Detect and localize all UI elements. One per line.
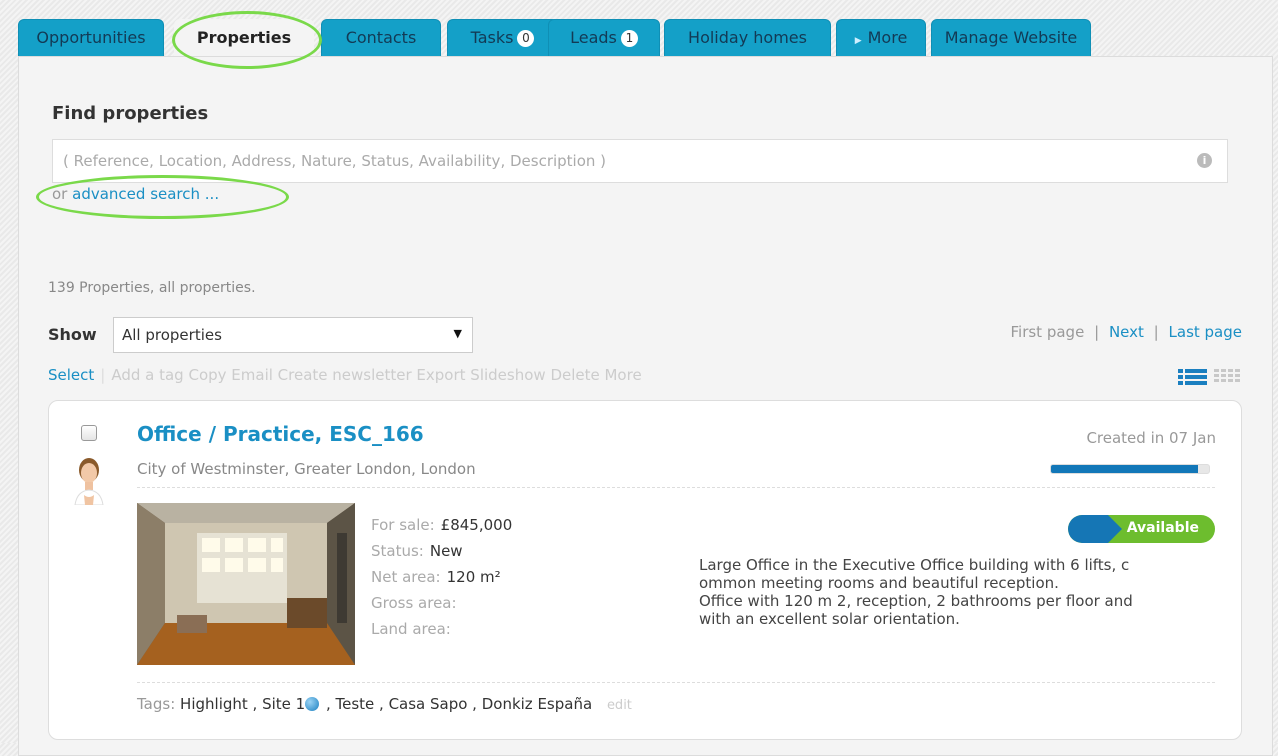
spec-status: Status: New: [371, 538, 512, 564]
spec-label: Land area:: [371, 620, 451, 638]
created-date: Created in 07 Jan: [1086, 429, 1216, 447]
tags-label: Tags:: [137, 695, 176, 713]
bulk-actions[interactable]: Add a tag Copy Email Create newsletter E…: [111, 366, 641, 384]
property-location: City of Westminster, Greater London, Lon…: [137, 460, 476, 478]
search-input[interactable]: [61, 140, 1175, 182]
info-icon[interactable]: i: [1197, 153, 1212, 168]
tab-holiday-homes[interactable]: Holiday homes: [664, 19, 831, 57]
description-line: ommon meeting rooms and beautiful recept…: [699, 574, 1059, 592]
property-photo[interactable]: [137, 503, 355, 665]
tab-label: Tasks: [470, 28, 514, 47]
badge-left-segment: [1068, 515, 1122, 543]
globe-icon: [305, 697, 320, 711]
spec-gross-area: Gross area:: [371, 590, 512, 616]
tab-label: Properties: [196, 28, 292, 47]
availability-status-badge[interactable]: Available: [1068, 515, 1215, 543]
spec-label: Net area:: [371, 568, 441, 586]
view-toggle-icons: [1178, 369, 1240, 385]
tab-opportunities[interactable]: Opportunities: [18, 19, 164, 57]
spec-label: Status:: [371, 542, 424, 560]
next-page-link[interactable]: Next: [1109, 323, 1144, 341]
tab-leads[interactable]: Leads 1: [548, 19, 660, 57]
spec-value: New: [429, 542, 463, 560]
find-properties-heading: Find properties: [52, 103, 209, 124]
select-link[interactable]: Select: [48, 366, 94, 384]
search-box: i: [52, 139, 1228, 183]
spec-label: For sale:: [371, 516, 435, 534]
spec-price: For sale: £845,000: [371, 512, 512, 538]
last-page-link[interactable]: Last page: [1169, 323, 1242, 341]
property-select-checkbox[interactable]: [81, 425, 97, 441]
bulk-actions-bar: Select | Add a tag Copy Email Create newsl…: [48, 366, 642, 384]
tag-list[interactable]: , Teste , Casa Sapo , Donkiz España: [321, 695, 592, 713]
actions-separator: |: [100, 366, 106, 384]
show-label: Show: [48, 325, 97, 344]
availability-label: Available: [1126, 520, 1199, 536]
first-page-link[interactable]: First page: [1011, 323, 1085, 341]
tab-manage-website[interactable]: Manage Website: [931, 19, 1091, 57]
list-view-icon[interactable]: [1178, 369, 1207, 385]
tag-list[interactable]: Highlight , Site 1: [180, 695, 305, 713]
completeness-bar: [1050, 464, 1210, 474]
view-toggle: [1178, 368, 1244, 390]
show-filter-value: All properties: [122, 326, 222, 344]
tab-label: Opportunities: [36, 28, 146, 47]
leads-count-badge: 1: [620, 30, 638, 47]
spec-label: Gross area:: [371, 594, 457, 612]
spec-value: £845,000: [440, 516, 513, 534]
divider: [137, 487, 1215, 488]
or-label: or: [52, 185, 68, 203]
tab-more[interactable]: ▶ More: [836, 19, 926, 57]
spec-value: 120 m²: [446, 568, 501, 586]
pager-separator: |: [1153, 323, 1159, 341]
spec-net-area: Net area: 120 m²: [371, 564, 512, 590]
tab-label: Leads: [570, 28, 617, 47]
grid-view-icon[interactable]: [1214, 369, 1240, 382]
property-specs: For sale: £845,000 Status: New Net area: 12…: [371, 512, 512, 642]
tab-label: Contacts: [345, 28, 417, 47]
pager-separator: |: [1094, 323, 1100, 341]
agent-avatar[interactable]: [73, 455, 105, 505]
spec-land-area: Land area:: [371, 616, 512, 642]
tab-contacts[interactable]: Contacts: [321, 19, 441, 57]
advanced-search-row: or advanced search ...: [52, 185, 219, 203]
tab-label: Manage Website: [944, 28, 1078, 47]
tab-properties[interactable]: Properties: [174, 19, 314, 57]
description-line: with an excellent solar orientation.: [699, 610, 960, 628]
advanced-search-link[interactable]: advanced search ...: [72, 185, 219, 203]
tab-label: Holiday homes: [688, 28, 807, 47]
show-filter-select[interactable]: All properties ▼: [113, 317, 473, 353]
completeness-fill: [1051, 465, 1198, 473]
edit-tags-link[interactable]: edit: [607, 698, 632, 713]
caret-right-icon: ▶: [854, 36, 862, 46]
property-tags: Tags: Highlight , Site 1 , Teste , Casa …: [137, 695, 632, 713]
tab-tasks[interactable]: Tasks 0: [447, 19, 558, 57]
divider: [137, 682, 1215, 683]
tasks-count-badge: 0: [517, 30, 535, 47]
tab-label: More: [867, 28, 908, 47]
description-line: Large Office in the Executive Office bui…: [699, 556, 1130, 574]
results-count: 139 Properties, all properties.: [48, 280, 256, 296]
dropdown-arrow-icon: ▼: [453, 327, 462, 340]
description-line: Office with 120 m 2, reception, 2 bathro…: [699, 592, 1133, 610]
property-title-link[interactable]: Office / Practice, ESC_166: [137, 422, 424, 446]
property-description: Large Office in the Executive Office bui…: [699, 556, 1219, 628]
pagination: First page | Next | Last page: [1011, 323, 1243, 341]
